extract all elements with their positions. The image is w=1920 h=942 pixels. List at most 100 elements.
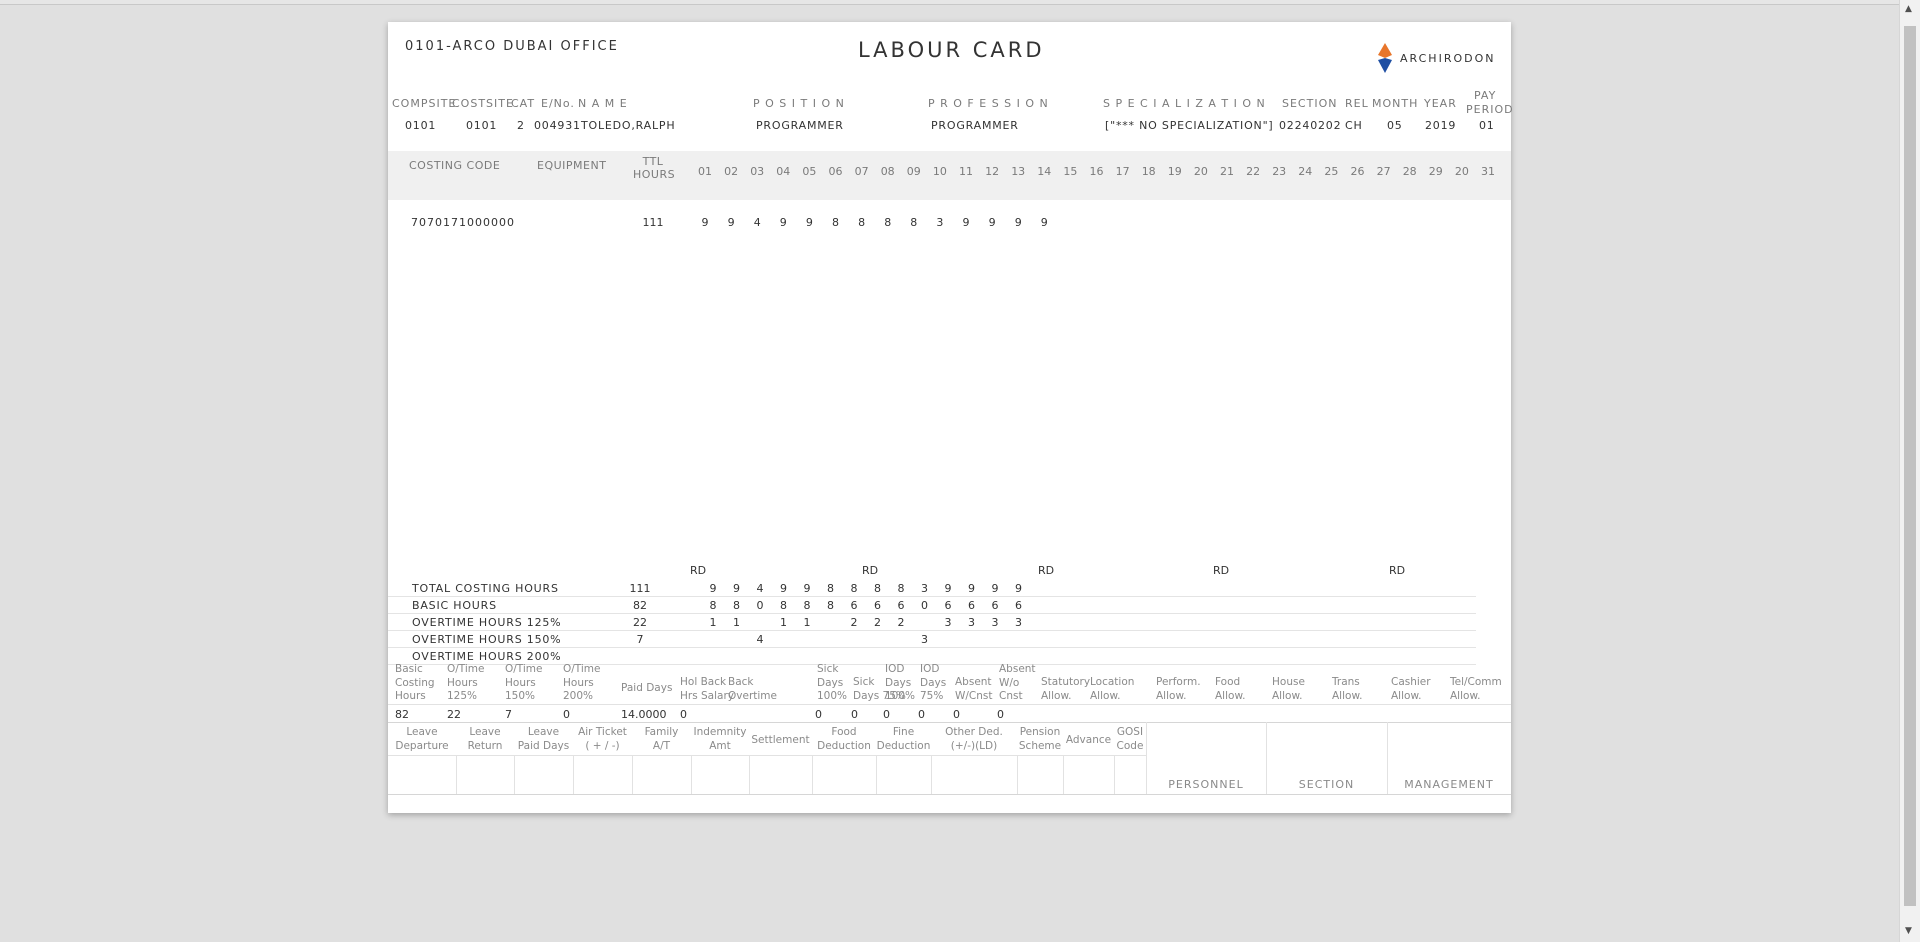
day-header-20: 20 bbox=[1193, 165, 1208, 178]
summary-day-3: 4 bbox=[756, 582, 764, 595]
day-header-22: 22 bbox=[1246, 165, 1261, 178]
payroll-header-21: Tel/Comm bbox=[1450, 676, 1502, 688]
day-header-12: 12 bbox=[985, 165, 1000, 178]
costing-day-12: 9 bbox=[988, 216, 996, 229]
brand-name: ARCHIRODON bbox=[1400, 51, 1496, 65]
deduction-header-11: Pension bbox=[1019, 726, 1061, 738]
payroll-header-8: 100% bbox=[817, 690, 848, 702]
deduction-header-10: (+/-)(LD) bbox=[950, 739, 998, 752]
deduction-header-4: ( + / -) bbox=[585, 739, 620, 752]
payroll-value-8: 0 bbox=[815, 708, 822, 721]
deduction-header-6: Indemnity bbox=[693, 726, 747, 738]
summary-day-9: 2 bbox=[897, 616, 905, 629]
deduction-cell-divider bbox=[876, 755, 877, 794]
summary-label: TOTAL COSTING HOURS bbox=[412, 582, 559, 595]
payroll-header-4: 200% bbox=[563, 690, 594, 702]
value-pay-period: 01 bbox=[1479, 119, 1495, 132]
summary-day-2: 8 bbox=[733, 599, 740, 612]
rest-day-marker: RD bbox=[1388, 564, 1406, 577]
day-header-6: 06 bbox=[828, 165, 843, 178]
label-hours: HOURS bbox=[633, 168, 676, 181]
payroll-value-9: 0 bbox=[851, 708, 858, 721]
summary-total: 111 bbox=[629, 582, 651, 595]
deduction-cell-divider bbox=[456, 755, 457, 794]
scroll-down-icon[interactable]: ▼ bbox=[1905, 926, 1912, 936]
payroll-header-10: 100% bbox=[885, 690, 916, 702]
costing-day-7: 8 bbox=[858, 216, 866, 229]
payroll-header-15: Location bbox=[1090, 676, 1135, 688]
summary-day-6: 8 bbox=[827, 599, 834, 612]
summary-day-4: 9 bbox=[780, 582, 787, 595]
payroll-header-10: IOD bbox=[885, 663, 905, 675]
day-header-11: 11 bbox=[959, 165, 973, 178]
deduction-header-8: Deduction bbox=[817, 739, 871, 752]
scrollbar-thumb[interactable] bbox=[1904, 26, 1916, 906]
archirodon-logo-icon bbox=[1378, 43, 1392, 73]
deduction-header-5: Family bbox=[644, 726, 679, 738]
payroll-value-2: 22 bbox=[447, 708, 461, 721]
payroll-header-2: 125% bbox=[447, 690, 478, 702]
label-section: SECTION bbox=[1282, 97, 1338, 110]
payroll-header-16: Allow. bbox=[1156, 689, 1187, 702]
costing-day-9: 8 bbox=[910, 216, 918, 229]
day-header-15: 15 bbox=[1063, 165, 1078, 178]
payroll-header-5: Paid Days bbox=[621, 682, 673, 694]
costing-day-1: 9 bbox=[701, 216, 709, 229]
summary-day-4: 1 bbox=[780, 616, 787, 629]
summary-day-5: 9 bbox=[803, 582, 811, 595]
summary-day-13: 3 bbox=[991, 616, 999, 629]
payroll-value-10: 0 bbox=[883, 708, 890, 721]
deduction-cell-divider bbox=[514, 755, 515, 794]
payroll-header-3: O/Time bbox=[505, 663, 543, 675]
summary-day-4: 8 bbox=[780, 599, 787, 612]
payroll-header-8: Sick bbox=[817, 663, 839, 675]
deduction-header-7: Settlement bbox=[751, 734, 810, 746]
summary-day-11: 6 bbox=[944, 599, 952, 612]
day-header-9: 09 bbox=[906, 165, 921, 178]
summary-label: OVERTIME HOURS 200% bbox=[412, 650, 562, 663]
payroll-header-21: Allow. bbox=[1450, 689, 1481, 702]
office-name: 0101-ARCO DUBAI OFFICE bbox=[405, 39, 619, 54]
costing-day-8: 8 bbox=[884, 216, 892, 229]
label-position: P O S I T I O N bbox=[753, 97, 845, 110]
label-ttl: TTL bbox=[642, 155, 664, 168]
payroll-header-6: Hrs Salary bbox=[680, 689, 735, 702]
summary-day-14: 3 bbox=[1015, 616, 1022, 629]
value-cat: 2 bbox=[517, 119, 525, 132]
day-header-31: 31 bbox=[1481, 165, 1495, 178]
day-header-16: 16 bbox=[1089, 165, 1104, 178]
scroll-up-icon[interactable]: ▲ bbox=[1905, 4, 1912, 14]
payroll-value-11: 0 bbox=[918, 708, 925, 721]
value-year: 2019 bbox=[1425, 119, 1457, 132]
summary-total: 82 bbox=[633, 599, 647, 612]
payroll-header-1: Basic bbox=[395, 663, 423, 675]
costing-code-value: 7070171000000 bbox=[411, 216, 515, 229]
payroll-header-3: Hours bbox=[505, 676, 536, 689]
payroll-header-13: W/o bbox=[999, 676, 1020, 689]
label-year: YEAR bbox=[1424, 97, 1457, 110]
payroll-header-11: IOD bbox=[920, 663, 940, 675]
deduction-header-3: Paid Days bbox=[517, 739, 570, 752]
summary-day-7: 8 bbox=[850, 582, 858, 595]
payroll-header-17: Food bbox=[1215, 676, 1241, 688]
payroll-header-4: Hours bbox=[563, 676, 594, 689]
value-eno: 004931 bbox=[534, 119, 581, 132]
value-section: 02240202 bbox=[1279, 119, 1342, 132]
costing-day-14: 9 bbox=[1040, 216, 1048, 229]
day-header-24: 24 bbox=[1298, 165, 1313, 178]
deduction-header-9: Deduction bbox=[876, 739, 931, 752]
deduction-cell-divider bbox=[1114, 755, 1115, 794]
summary-total: 7 bbox=[636, 633, 644, 646]
summary-day-11: 3 bbox=[944, 616, 952, 629]
vertical-scrollbar[interactable]: ▲ ▼ bbox=[1899, 0, 1920, 942]
summary-day-10: 3 bbox=[921, 633, 928, 646]
costing-grid-header: COSTING CODE EQUIPMENT TTL HOURS 01 02 03 0… bbox=[388, 151, 1511, 200]
payroll-header-15: Allow. bbox=[1090, 689, 1121, 702]
deduction-header-2: Return bbox=[467, 739, 503, 752]
value-rel: CH bbox=[1345, 119, 1363, 132]
costing-day-13: 9 bbox=[1014, 216, 1022, 229]
payroll-header-1: Hours bbox=[395, 690, 426, 702]
day-header-2: 02 bbox=[724, 165, 739, 178]
signature-section: SECTION bbox=[1298, 778, 1355, 791]
day-header-21: 21 bbox=[1220, 165, 1234, 178]
